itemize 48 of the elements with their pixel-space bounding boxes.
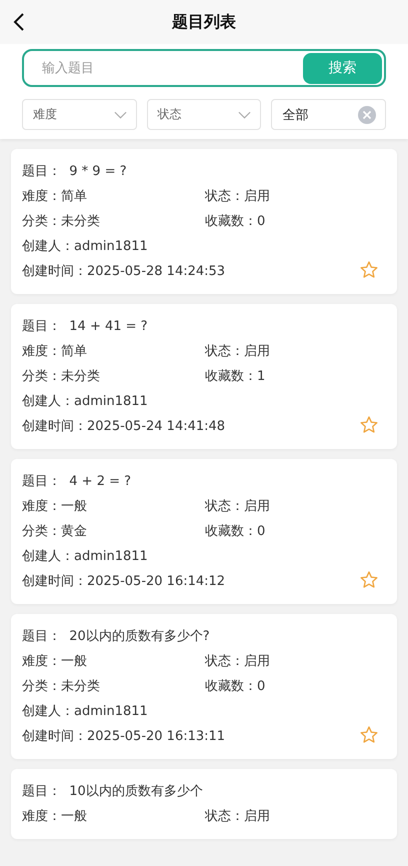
info-text: 收藏数：0: [205, 678, 266, 696]
info-text: 收藏数：0: [205, 213, 266, 231]
info-text: 创建时间：2025-05-28 14:24:53: [22, 263, 226, 281]
caret-icon: [114, 110, 127, 118]
question-text: 题目： 20以内的质数有多少个?: [22, 628, 210, 646]
info-text: 难度：一般: [22, 498, 87, 516]
question-card[interactable]: 题目： 20以内的质数有多少个? 难度：一般 状态：启用 分类：未分类 收藏数：0 创建人：admin1811 创建时间：2025-05-20 16:13:11: [11, 614, 397, 759]
info-text: 分类：未分类: [22, 368, 100, 386]
info-text: 创建人：admin1811: [22, 238, 148, 256]
dropdown-field[interactable]: 全部: [271, 99, 386, 130]
question-text: 题目： 4 + 2 = ?: [22, 473, 132, 491]
question-text: 题目： 9 * 9 = ?: [22, 163, 127, 181]
info-text: 创建人：admin1811: [22, 393, 148, 411]
info-text: 创建人：admin1811: [22, 548, 148, 566]
info-text: 分类：未分类: [22, 678, 100, 696]
question-card[interactable]: 题目： 9 * 9 = ? 难度：简单 状态：启用 分类：未分类 收藏数：0 创建人：admin1811 创建时间：2025-05-28 14:24:53: [11, 149, 397, 294]
question-card[interactable]: 题目： 14 + 41 = ? 难度：简单 状态：启用 分类：未分类 收藏数：1 创建人：admin1811 创建时间：2025-05-24 14:41:48: [11, 304, 397, 449]
star-icon[interactable]: [359, 570, 379, 590]
info-text: 状态：启用: [205, 498, 270, 516]
page-title: 题目列表: [172, 12, 236, 32]
caret-icon: [238, 110, 252, 118]
star-icon[interactable]: [359, 415, 379, 435]
dropdown-field[interactable]: 难度: [22, 99, 137, 130]
question-card[interactable]: 题目： 4 + 2 = ? 难度：一般 状态：启用 分类：黄金 收藏数：0 创建人：admin1811 创建时间：2025-05-20 16:14:12: [11, 459, 397, 604]
info-text: 状态：启用: [205, 808, 270, 826]
info-text: 状态：启用: [205, 653, 270, 671]
info-text: 收藏数：1: [205, 368, 266, 386]
dropdown-field[interactable]: 状态: [146, 99, 262, 130]
info-text: 难度：一般: [22, 653, 87, 671]
info-text: 创建时间：2025-05-20 16:13:11: [22, 728, 226, 746]
back-icon[interactable]: [13, 12, 25, 32]
info-text: 创建时间：2025-05-20 16:14:12: [22, 573, 226, 591]
info-text: 难度：简单: [22, 188, 87, 206]
question-text: 题目： 10以内的质数有多少个: [22, 783, 203, 801]
clear-icon[interactable]: [358, 106, 376, 124]
question-card[interactable]: 题目： 10以内的质数有多少个 难度：一般 状态：启用: [11, 769, 397, 839]
info-text: 状态：启用: [205, 343, 270, 361]
star-icon[interactable]: [359, 260, 379, 280]
question-text: 题目： 14 + 41 = ?: [22, 318, 148, 336]
info-text: 难度：一般: [22, 808, 87, 826]
info-text: 创建人：admin1811: [22, 703, 148, 721]
info-text: 创建时间：2025-05-24 14:41:48: [22, 418, 226, 436]
star-icon[interactable]: [359, 725, 379, 745]
info-text: 分类：未分类: [22, 213, 100, 231]
info-text: 难度：简单: [22, 343, 87, 361]
info-text: 收藏数：0: [205, 523, 266, 541]
info-text: 状态：启用: [205, 188, 270, 206]
info-text: 分类：黄金: [22, 523, 87, 541]
